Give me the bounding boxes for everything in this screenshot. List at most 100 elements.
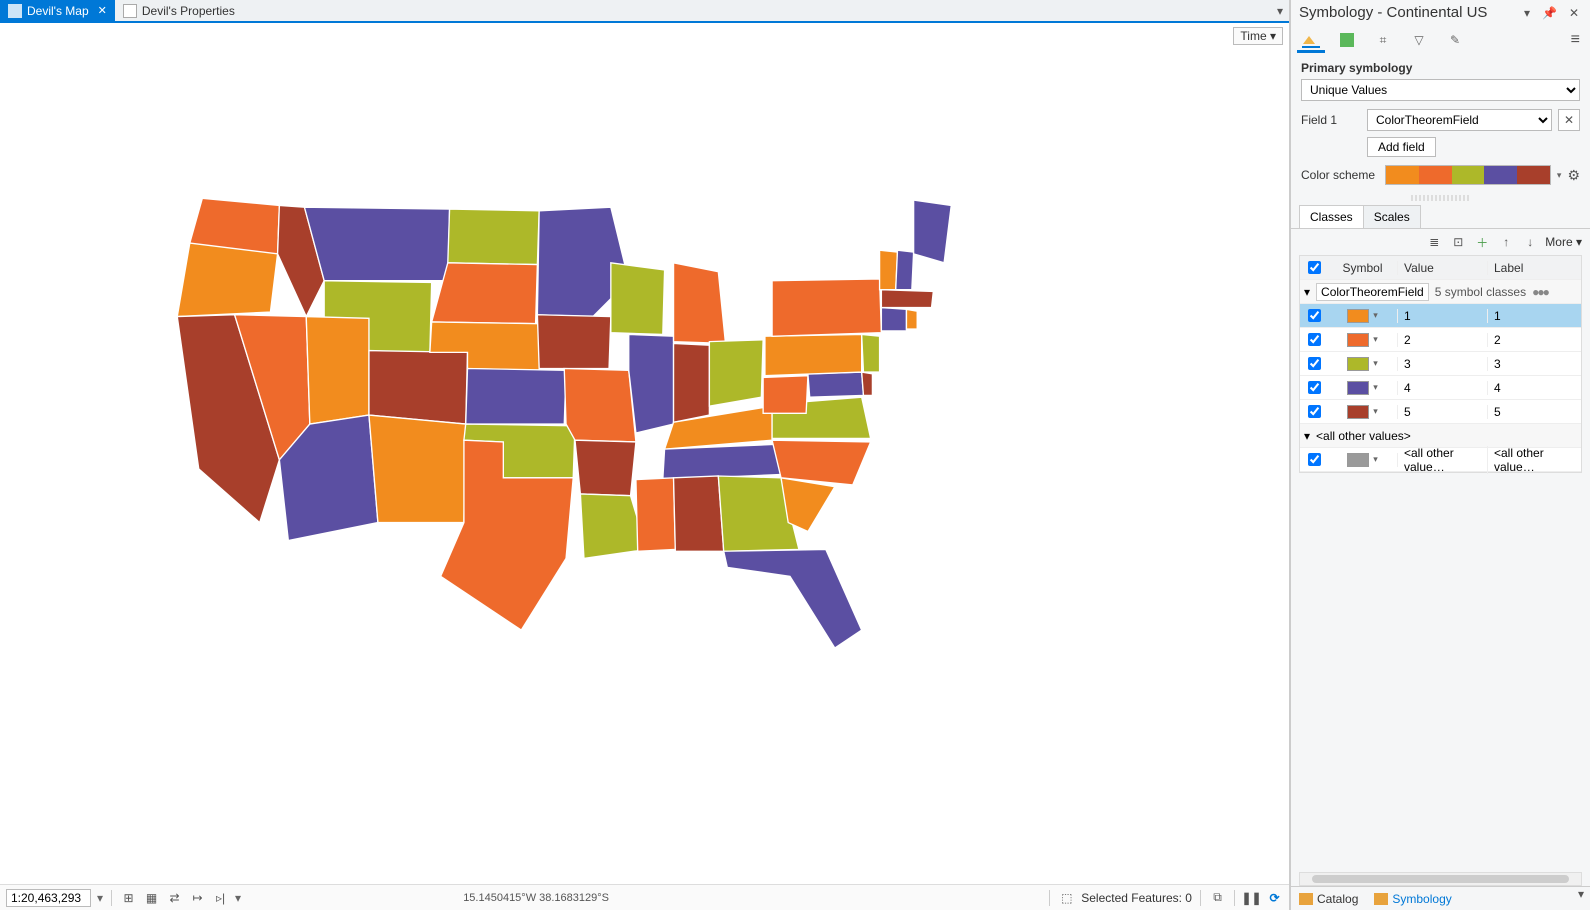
swatch[interactable] xyxy=(1347,333,1369,347)
swatch[interactable] xyxy=(1347,381,1369,395)
state-MO xyxy=(564,369,636,442)
swatch[interactable] xyxy=(1347,405,1369,419)
state-RI xyxy=(906,309,917,329)
color-scheme-picker[interactable] xyxy=(1385,165,1551,185)
more-dots-icon[interactable]: ●●● xyxy=(1532,285,1548,299)
cell-value[interactable]: 1 xyxy=(1398,309,1488,323)
gallery-tab-icon[interactable] xyxy=(1297,27,1325,53)
gear-icon[interactable]: ⚙ xyxy=(1567,167,1580,184)
row-check[interactable] xyxy=(1308,405,1321,418)
move-down-icon[interactable]: ↓ xyxy=(1521,233,1539,251)
close-icon[interactable]: ✕ xyxy=(1566,6,1582,20)
chevron-down-icon[interactable]: ▾ xyxy=(1572,887,1590,910)
menu-icon[interactable]: ≡ xyxy=(1571,31,1584,49)
class-row[interactable]: ▾22 xyxy=(1300,328,1581,352)
symbology-type-select[interactable]: Unique Values xyxy=(1301,79,1580,101)
group-header[interactable]: ▾ ColorTheoremField 5 symbol classes ●●● xyxy=(1300,280,1581,304)
state-UT xyxy=(306,317,369,424)
dynamic-icon[interactable]: ▹| xyxy=(212,889,229,906)
header-value: Value xyxy=(1398,261,1488,275)
cell-label[interactable]: 5 xyxy=(1488,405,1581,419)
selection-icon[interactable]: ⬚ xyxy=(1058,889,1075,906)
pause-icon[interactable]: ❚❚ xyxy=(1243,889,1260,906)
cell-label[interactable]: 2 xyxy=(1488,333,1581,347)
vary-tab-icon[interactable] xyxy=(1333,27,1361,53)
chevron-down-icon[interactable]: ▾ xyxy=(1304,285,1310,299)
snapping-icon[interactable]: ▦ xyxy=(143,889,160,906)
expression-button[interactable]: ✕ xyxy=(1558,109,1580,131)
cell-label[interactable]: 3 xyxy=(1488,357,1581,371)
color-scheme-label: Color scheme xyxy=(1301,168,1379,182)
check-all[interactable] xyxy=(1308,261,1321,274)
tab-label: Devil's Map xyxy=(27,4,89,18)
swatch[interactable] xyxy=(1347,357,1369,371)
row-check[interactable] xyxy=(1308,453,1321,466)
class-row[interactable]: ▾33 xyxy=(1300,352,1581,376)
cell-label[interactable]: <all other value… xyxy=(1488,446,1581,474)
horizontal-scrollbar[interactable] xyxy=(1299,872,1582,886)
classes-grid: Symbol Value Label ▾ ColorTheoremField 5… xyxy=(1299,255,1582,473)
screen-icon[interactable]: ⧉ xyxy=(1209,889,1226,906)
tab-symbology[interactable]: Symbology xyxy=(1366,887,1459,910)
other-values-row[interactable]: ▾ <all other value… <all other value… xyxy=(1300,448,1581,472)
time-button[interactable]: Time ▾ xyxy=(1233,27,1283,45)
cell-value[interactable]: 5 xyxy=(1398,405,1488,419)
state-NJ xyxy=(862,334,880,372)
map-view[interactable]: Time ▾ xyxy=(0,23,1289,884)
dropdown-icon[interactable]: ▾ xyxy=(1521,6,1533,20)
cell-value[interactable]: 4 xyxy=(1398,381,1488,395)
cell-value[interactable]: 2 xyxy=(1398,333,1488,347)
us-map xyxy=(145,163,1005,703)
class-row[interactable]: ▾55 xyxy=(1300,400,1581,424)
row-check[interactable] xyxy=(1308,357,1321,370)
constraints-icon[interactable]: ⇄ xyxy=(166,889,183,906)
swatch[interactable] xyxy=(1347,453,1369,467)
splitter-handle[interactable] xyxy=(1411,195,1471,201)
grid-icon[interactable]: ⊞ xyxy=(120,889,137,906)
more-menu[interactable]: More ▾ xyxy=(1545,235,1582,249)
row-check[interactable] xyxy=(1308,309,1321,322)
pin-icon[interactable]: 📌 xyxy=(1539,6,1560,20)
tab-scales[interactable]: Scales xyxy=(1363,205,1421,228)
row-check[interactable] xyxy=(1308,333,1321,346)
tab-catalog[interactable]: Catalog xyxy=(1291,887,1366,910)
close-icon[interactable]: ✕ xyxy=(98,4,107,17)
scale-input[interactable] xyxy=(6,889,91,907)
state-CO xyxy=(369,351,468,424)
state-KS xyxy=(466,369,566,425)
field1-label: Field 1 xyxy=(1301,113,1361,127)
row-check[interactable] xyxy=(1308,381,1321,394)
tab-label: Devil's Properties xyxy=(142,4,235,18)
state-FL xyxy=(724,549,862,648)
advanced-tab-icon[interactable]: ✎ xyxy=(1441,27,1469,53)
cell-value[interactable]: 3 xyxy=(1398,357,1488,371)
tab-overflow-menu[interactable]: ▾ xyxy=(1271,0,1289,21)
state-NM xyxy=(369,415,466,523)
cell-label[interactable]: 4 xyxy=(1488,381,1581,395)
class-row[interactable]: ▾11 xyxy=(1300,304,1581,328)
state-WI xyxy=(611,263,665,335)
document-tabs: Devil's Map ✕ Devil's Properties ▾ xyxy=(0,0,1289,23)
swatch[interactable] xyxy=(1347,309,1369,323)
tab-classes[interactable]: Classes xyxy=(1299,205,1364,228)
cell-value[interactable]: <all other value… xyxy=(1398,446,1488,474)
add-field-button[interactable]: Add field xyxy=(1367,137,1436,157)
move-up-icon[interactable]: ↑ xyxy=(1497,233,1515,251)
add-values-icon[interactable]: ⊡ xyxy=(1449,233,1467,251)
state-SC xyxy=(781,478,835,532)
grid-tab-icon[interactable]: ⌗ xyxy=(1369,27,1397,53)
class-row[interactable]: ▾44 xyxy=(1300,376,1581,400)
list-all-icon[interactable]: ≣ xyxy=(1425,233,1443,251)
state-ME xyxy=(914,200,952,263)
other-group-header[interactable]: ▾ <all other values> xyxy=(1300,424,1581,448)
field1-select[interactable]: ColorTheoremField xyxy=(1367,109,1552,131)
add-class-icon[interactable]: ＋ xyxy=(1473,233,1491,251)
correction-icon[interactable]: ↦ xyxy=(189,889,206,906)
tab-devils-properties[interactable]: Devil's Properties xyxy=(115,0,243,21)
tab-devils-map[interactable]: Devil's Map ✕ xyxy=(0,0,115,21)
refresh-icon[interactable]: ⟳ xyxy=(1266,889,1283,906)
cell-label[interactable]: 1 xyxy=(1488,309,1581,323)
state-VT xyxy=(880,250,898,289)
chevron-down-icon[interactable]: ▾ xyxy=(1304,429,1310,443)
filter-tab-icon[interactable]: ▽ xyxy=(1405,27,1433,53)
